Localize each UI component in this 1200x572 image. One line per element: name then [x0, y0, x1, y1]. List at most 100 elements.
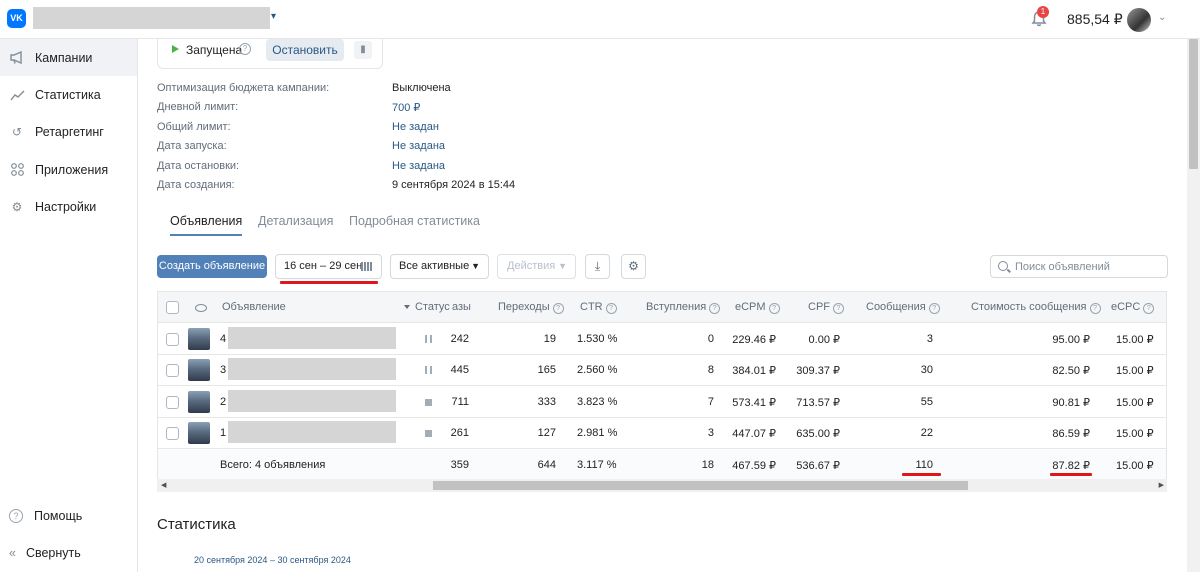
col-message-cost[interactable]: Стоимость сообщения? [971, 301, 1101, 314]
col-ad[interactable]: Объявление [222, 301, 286, 313]
ad-name-redacted[interactable] [228, 390, 396, 412]
daily-limit-link[interactable]: 700 ₽ [392, 101, 420, 114]
megaphone-icon [9, 50, 25, 66]
help-link[interactable]: ? Помощь [0, 497, 137, 534]
stop-button[interactable]: Остановить [266, 39, 344, 61]
table-header: Объявление Статус азы Переходы? CTR? Вст… [158, 292, 1166, 323]
ad-number: 1 [220, 427, 227, 439]
total-limit-link[interactable]: Не задан [392, 121, 439, 133]
cell-message-cost: 82.50 ₽ [1052, 365, 1090, 377]
page-scrollbar[interactable] [1187, 39, 1200, 572]
table-scrollbar[interactable]: ◀ ▶ [157, 479, 1167, 492]
table-row[interactable]: 1 261 127 2.981 % 3 447.07 ₽ 635.00 ₽ 22… [158, 418, 1166, 449]
cell-ecpc: 15.00 ₽ [1116, 334, 1154, 346]
create-ad-button[interactable]: Создать объявление [157, 255, 267, 278]
select-all-checkbox[interactable] [166, 301, 179, 314]
stats-period-link[interactable]: 20 сентября 2024 – 30 сентября 2024 [194, 555, 351, 565]
table-row[interactable]: 2 711 333 3.823 % 7 573.41 ₽ 713.57 ₽ 55… [158, 387, 1166, 418]
pause-icon[interactable] [425, 335, 432, 343]
vk-logo-icon[interactable]: VK [7, 9, 26, 28]
col-clicks[interactable]: Переходы? [498, 301, 564, 314]
tab-ads[interactable]: Объявления [170, 214, 243, 236]
filter-dropdown[interactable]: Все активные ▼ [390, 254, 489, 279]
sidebar-item-apps[interactable]: Приложения [0, 151, 137, 188]
scroll-thumb[interactable] [1189, 39, 1198, 169]
col-joins[interactable]: Вступления? [646, 301, 721, 314]
cell-ctr: 2.981 % [577, 427, 618, 439]
total-impressions: 359 [450, 459, 469, 471]
row-checkbox[interactable] [166, 364, 179, 377]
collapse-button[interactable]: « Свернуть [0, 534, 137, 571]
sidebar-item-campaigns[interactable]: Кампании [0, 39, 137, 76]
tab-detailed-stats[interactable]: Подробная статистика [349, 214, 480, 228]
help-icon[interactable]: ? [239, 43, 251, 55]
cell-cpf: 309.37 ₽ [796, 365, 840, 377]
search-field[interactable] [990, 255, 1168, 278]
search-input[interactable] [1015, 259, 1163, 275]
actions-dropdown[interactable]: Действия ▼ [497, 254, 576, 279]
ad-thumbnail [188, 359, 210, 381]
sidebar-item-retargeting[interactable]: ↺ Ретаргетинг [0, 113, 137, 150]
ad-name-redacted[interactable] [228, 327, 396, 349]
cell-joins: 8 [707, 364, 714, 376]
help-icon: ? [605, 303, 617, 314]
pause-icon[interactable] [425, 366, 432, 374]
account-name-redacted[interactable] [33, 7, 270, 29]
cell-clicks: 19 [543, 333, 556, 345]
table-row[interactable]: 4 242 19 1.530 % 0 229.46 ₽ 0.00 ₽ 3 95.… [158, 324, 1166, 355]
date-range-label: 16 сен – 29 сен [284, 260, 363, 272]
col-status[interactable]: Статус [404, 301, 450, 313]
cell-cpf: 713.57 ₽ [796, 397, 840, 409]
scroll-right-icon[interactable]: ▶ [1159, 479, 1164, 492]
balance[interactable]: 885,54 ₽ [1067, 11, 1123, 28]
stop-icon[interactable] [425, 399, 432, 406]
col-ecpm[interactable]: eCPM? [735, 301, 780, 314]
total-clicks: 644 [537, 459, 556, 471]
stop-icon[interactable] [425, 430, 432, 437]
filter-label: Все активные [399, 260, 470, 272]
total-message-cost: 87.82 ₽ [1052, 460, 1090, 472]
cell-ecpc: 15.00 ₽ [1116, 365, 1154, 377]
avatar[interactable] [1127, 8, 1151, 32]
retarget-icon: ↺ [11, 124, 23, 139]
cell-clicks: 333 [537, 396, 556, 408]
trash-icon[interactable]: ▮ [354, 41, 372, 59]
col-ecpc[interactable]: eCPC? [1111, 301, 1155, 314]
chart-icon [9, 87, 25, 103]
eye-icon[interactable] [195, 304, 207, 312]
sidebar-item-statistics[interactable]: Статистика [0, 76, 137, 113]
info-label: Дата создания: [157, 179, 235, 191]
cell-joins: 7 [707, 396, 714, 408]
stop-date-link[interactable]: Не задана [392, 160, 445, 172]
col-cpf[interactable]: CPF? [808, 301, 844, 314]
tab-details[interactable]: Детализация [258, 214, 333, 228]
table-row[interactable]: 3 445 165 2.560 % 8 384.01 ₽ 309.37 ₽ 30… [158, 355, 1166, 386]
chevron-down-icon[interactable]: ▾ [271, 11, 279, 25]
main-content: Запущена ? Остановить ▮ Оптимизация бюдж… [139, 39, 1187, 572]
scroll-left-icon[interactable]: ◀ [161, 479, 166, 492]
row-checkbox[interactable] [166, 396, 179, 409]
ad-name-redacted[interactable] [228, 358, 396, 380]
help-icon: ? [709, 303, 721, 314]
col-ctr[interactable]: CTR? [580, 301, 617, 314]
date-range-picker[interactable]: 16 сен – 29 сен [275, 254, 382, 279]
chevron-down-icon[interactable]: ⌄ [1158, 12, 1166, 23]
cell-impressions: 242 [450, 333, 469, 345]
settings-icon[interactable]: ⚙ [621, 254, 646, 279]
info-label: Оптимизация бюджета кампании: [157, 82, 330, 94]
start-date-link[interactable]: Не задана [392, 140, 445, 152]
cell-clicks: 165 [537, 364, 556, 376]
help-label: Помощь [34, 508, 83, 523]
row-checkbox[interactable] [166, 427, 179, 440]
row-checkbox[interactable] [166, 333, 179, 346]
col-impressions[interactable]: азы [452, 301, 471, 313]
ad-number: 2 [220, 396, 227, 408]
sidebar-item-settings[interactable]: ⚙ Настройки [0, 188, 137, 225]
cell-ecpm: 384.01 ₽ [732, 365, 776, 377]
scroll-thumb[interactable] [433, 481, 968, 490]
sidebar-item-label: Ретаргетинг [35, 124, 104, 139]
col-messages[interactable]: Сообщения? [866, 301, 940, 314]
total-cpf: 536.67 ₽ [796, 460, 840, 472]
download-icon[interactable]: ⤓ [585, 254, 610, 279]
ad-name-redacted[interactable] [228, 421, 396, 443]
